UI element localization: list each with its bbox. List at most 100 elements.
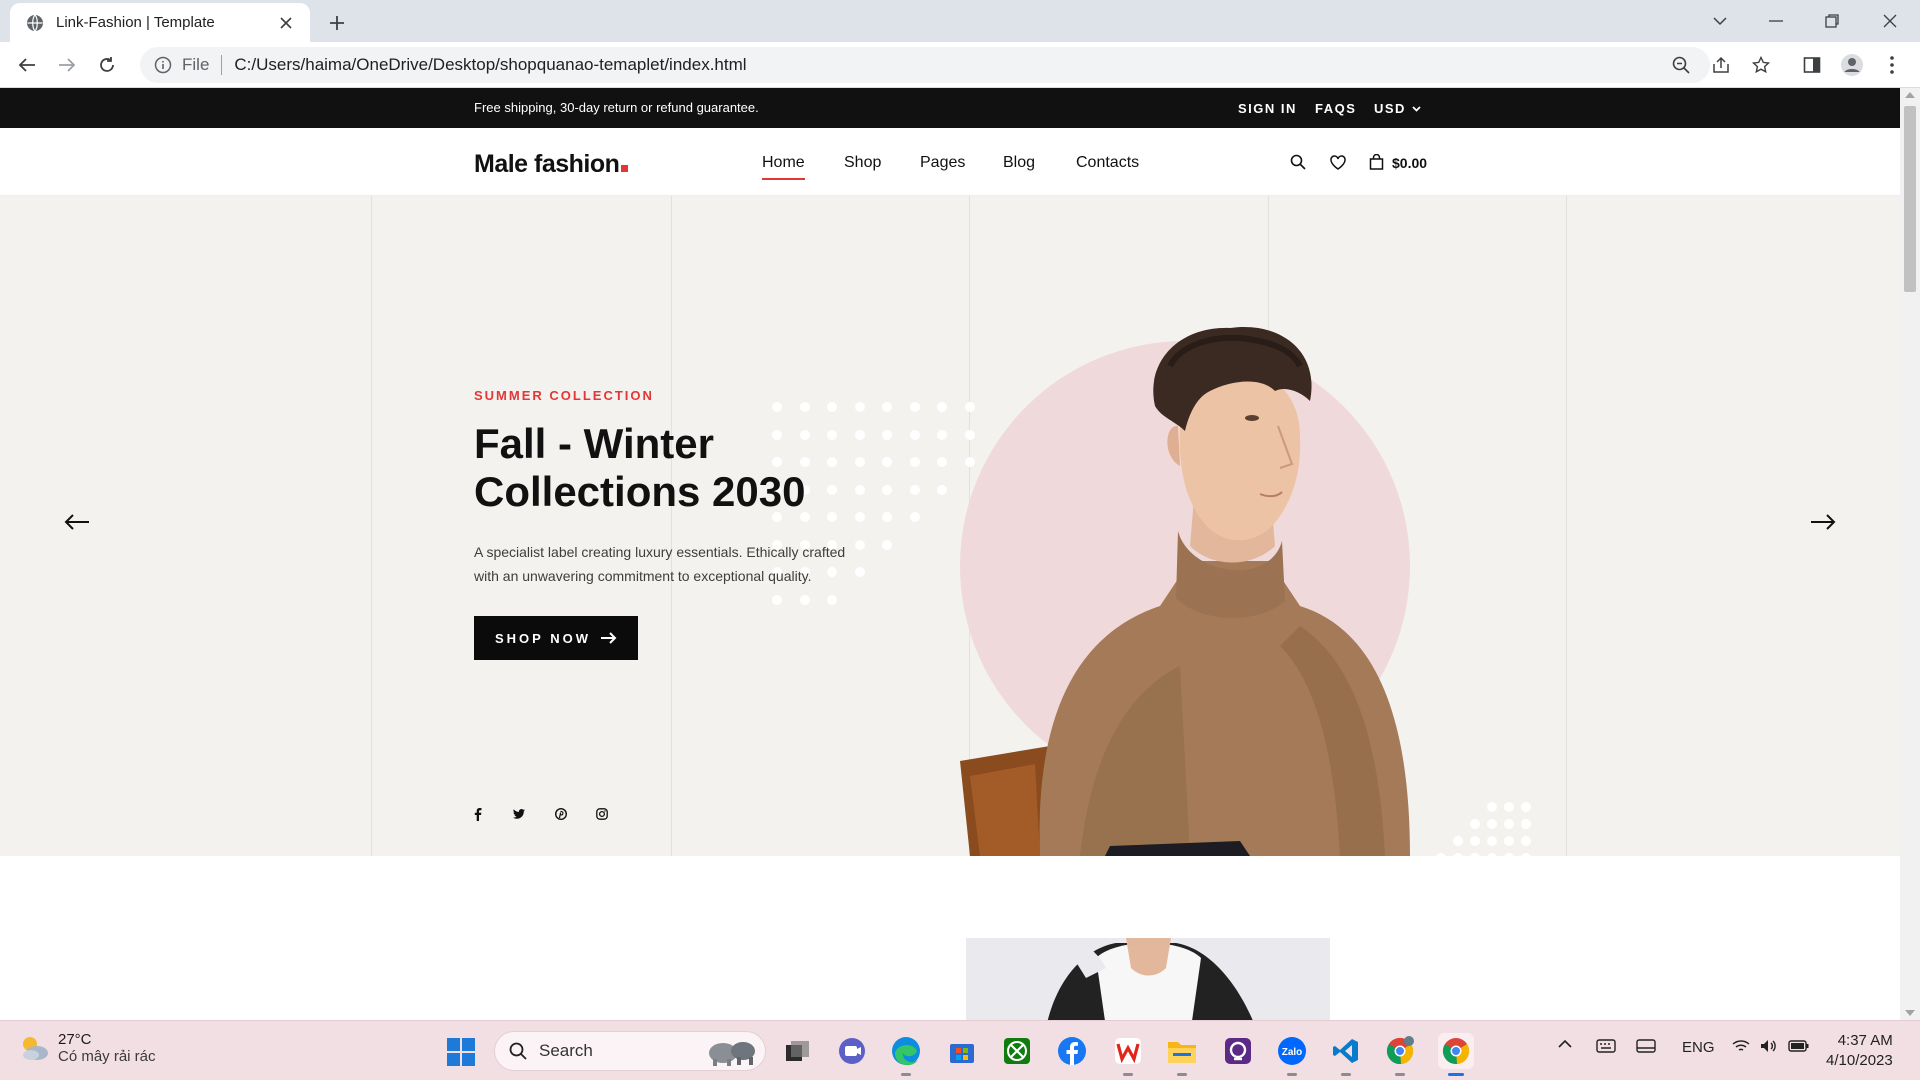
file-explorer-icon[interactable] [1164,1033,1200,1076]
offer-bar: Free shipping, 30-day return or refund g… [0,88,1900,128]
menu-kebab-icon[interactable] [1878,51,1906,79]
minimize-icon[interactable] [1756,6,1796,36]
search-icon [509,1042,527,1060]
decorative-dot [854,567,865,577]
new-tab-button[interactable] [324,10,350,36]
tab-title: Link-Fashion | Template [56,14,215,31]
nav-pages[interactable]: Pages [920,154,965,172]
nav-contacts[interactable]: Contacts [1076,154,1139,172]
restore-icon[interactable] [1812,6,1852,36]
partly-cloudy-icon [18,1033,50,1063]
facebook-app-icon[interactable] [1054,1033,1090,1069]
hero-grid-line [1566,196,1567,856]
wifi-icon[interactable] [1732,1039,1750,1053]
decorative-dot [1521,836,1531,846]
close-tab-icon[interactable] [276,13,296,33]
faqs-link[interactable]: FAQS [1315,101,1356,116]
search-icon[interactable] [1288,152,1308,172]
nav-blog[interactable]: Blog [1003,154,1035,172]
slider-next-arrow-icon[interactable] [1806,510,1840,534]
decorative-dot [882,457,892,467]
taskbar-search[interactable]: Search [494,1031,766,1071]
show-hidden-icons-icon[interactable] [1558,1039,1572,1049]
reload-icon[interactable] [93,51,121,79]
keyboard-icon[interactable] [1596,1039,1616,1053]
site-header: Male fashion Home Shop Pages Blog Contac… [0,128,1900,196]
xbox-icon[interactable] [999,1033,1035,1069]
tablet-mode-icon[interactable] [1636,1039,1656,1053]
chrome-profile-icon[interactable] [1382,1033,1418,1076]
decorative-dot [1470,836,1480,846]
decorative-dot [854,402,865,412]
currency-dropdown[interactable]: USD [1374,101,1421,116]
url-text[interactable]: C:/Users/haima/OneDrive/Desktop/shopquan… [234,55,746,75]
zalo-icon[interactable]: Zalo [1274,1033,1310,1076]
weather-widget[interactable]: 27°C Có mây rải rác [18,1031,156,1065]
instagram-icon[interactable] [594,806,610,822]
site-logo[interactable]: Male fashion [474,150,629,179]
wps-office-icon[interactable] [1110,1033,1146,1076]
arrow-right-icon [601,632,617,644]
decorative-dot [882,539,892,550]
scroll-down-icon[interactable] [1905,1010,1915,1016]
edge-browser-icon[interactable] [888,1033,924,1076]
forward-icon[interactable] [53,51,81,79]
facebook-icon[interactable] [470,806,486,822]
pinterest-icon[interactable] [553,806,569,822]
logo-dot [621,165,629,172]
banner-section [0,856,1900,1020]
running-indicator [1395,1073,1405,1076]
page-scrollbar[interactable] [1900,88,1920,1020]
photo-app-icon[interactable] [1220,1033,1256,1069]
system-clock[interactable]: 4:37 AM 4/10/2023 [1826,1031,1893,1071]
banner-product-image[interactable] [966,938,1330,1020]
decorative-dot [909,402,920,412]
decorative-dot [909,512,920,522]
decorative-dot [1504,802,1514,812]
heart-icon[interactable] [1328,152,1348,172]
chrome-active-icon[interactable] [1438,1033,1474,1076]
zoom-icon[interactable] [1667,51,1695,79]
shop-now-button[interactable]: SHOP NOW [474,616,638,660]
twitter-icon[interactable] [511,806,527,822]
svg-text:Zalo: Zalo [1282,1047,1303,1058]
cart-price[interactable]: $0.00 [1392,155,1427,171]
decorative-dot [827,402,837,412]
running-indicator [1123,1073,1133,1076]
nav-shop[interactable]: Shop [844,154,881,172]
slider-prev-arrow-icon[interactable] [60,510,94,534]
windows-start-icon[interactable] [446,1037,476,1067]
shopping-bag-icon[interactable] [1366,152,1386,172]
teams-chat-icon[interactable] [834,1033,870,1069]
input-language[interactable]: ENG [1682,1039,1715,1056]
battery-icon[interactable] [1788,1039,1810,1053]
running-indicator [901,1073,911,1076]
task-view-icon[interactable] [780,1033,816,1069]
info-icon[interactable] [154,56,172,74]
running-indicator [1177,1073,1187,1076]
bookmark-star-icon[interactable] [1747,51,1775,79]
address-bar[interactable]: File C:/Users/haima/OneDrive/Desktop/sho… [140,47,1770,83]
page-viewport: Free shipping, 30-day return or refund g… [0,88,1900,1020]
decorative-dot [772,402,782,412]
back-icon[interactable] [13,51,41,79]
browser-tab-bar: Link-Fashion | Template [0,0,1920,42]
weather-temperature: 27°C [58,1031,92,1048]
shop-now-label: SHOP NOW [495,630,591,646]
browser-tab[interactable]: Link-Fashion | Template [10,3,310,42]
microsoft-store-icon[interactable] [944,1033,980,1069]
hero-grid-line [371,196,372,856]
volume-icon[interactable] [1760,1039,1778,1053]
decorative-dot [854,539,865,550]
tab-search-icon[interactable] [1700,6,1740,36]
scroll-up-icon[interactable] [1905,92,1915,98]
nav-home[interactable]: Home [762,154,805,180]
decorative-dot [1487,802,1497,812]
profile-avatar-icon[interactable] [1838,51,1866,79]
vscode-icon[interactable] [1328,1033,1364,1076]
close-window-icon[interactable] [1870,6,1910,36]
sign-in-link[interactable]: SIGN IN [1238,101,1297,116]
side-panel-icon[interactable] [1798,51,1826,79]
share-icon[interactable] [1707,51,1735,79]
scrollbar-thumb[interactable] [1904,106,1916,292]
